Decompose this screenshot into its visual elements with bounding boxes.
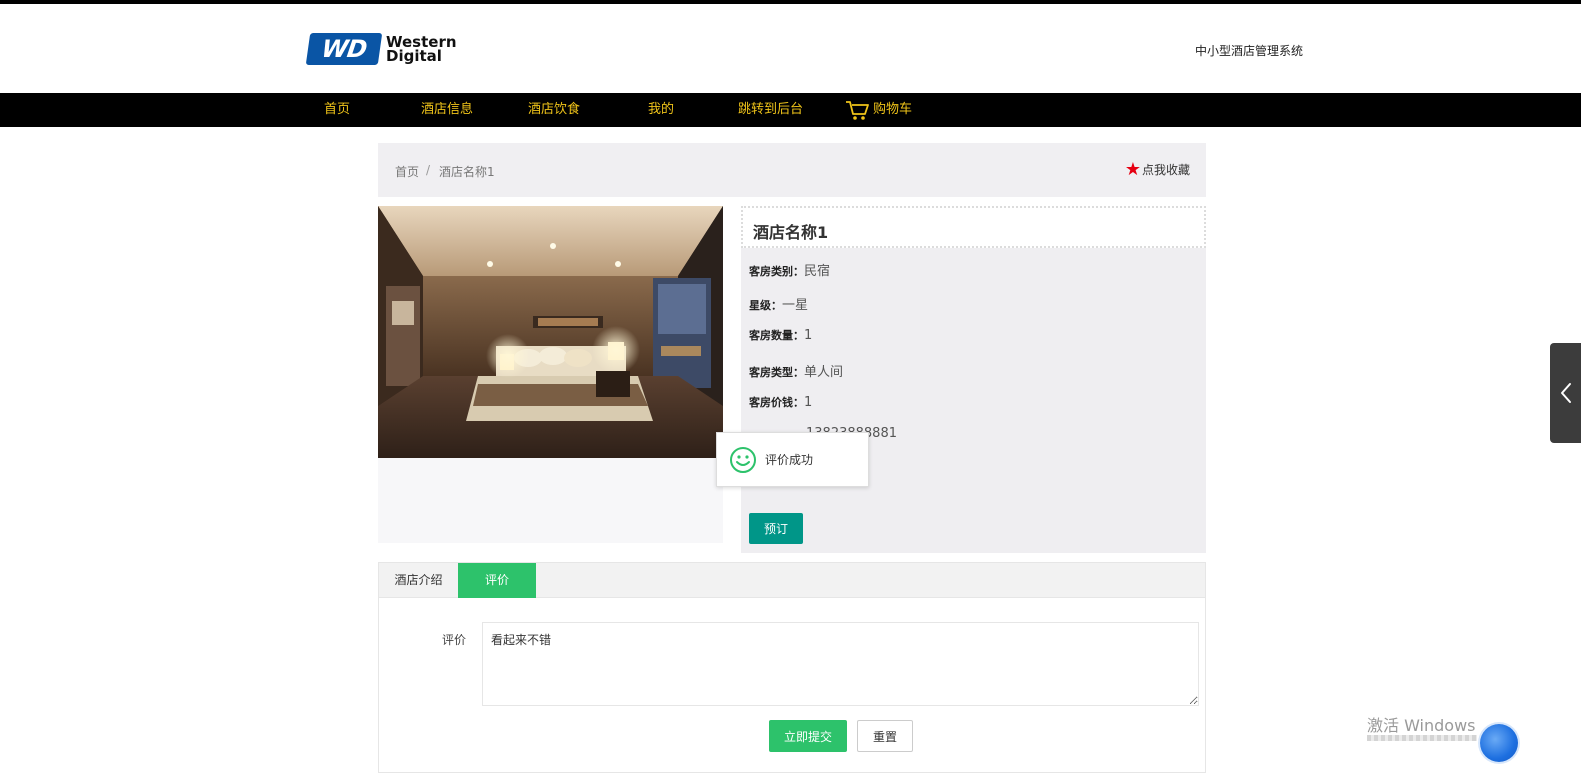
- nav-hotel-dining[interactable]: 酒店饮食: [528, 93, 580, 127]
- review-label: 评价: [442, 633, 467, 647]
- nav-cart-label: 购物车: [873, 102, 913, 117]
- site-header: WD Western Digital 中小型酒店管理系统: [0, 4, 1581, 93]
- toast-message: 评价成功: [765, 453, 814, 467]
- hotel-info-panel: 酒店名称1 客房类别：民宿 星级：一星 客房数量：1 客房类型：单人间 客房价钱…: [741, 206, 1206, 553]
- wd-logo[interactable]: WD Western Digital: [305, 32, 457, 66]
- submit-button[interactable]: 立即提交: [769, 720, 847, 752]
- success-toast: 评价成功: [716, 432, 869, 487]
- cart-icon: [846, 100, 869, 120]
- breadcrumb: 首页 / 酒店名称1 ★ 点我收藏: [378, 143, 1206, 197]
- photo-area: [378, 206, 723, 543]
- logo-text: Western Digital: [386, 35, 457, 65]
- tabs-panel: 酒店介绍 评价 评价 看起来不错 立即提交 重置: [378, 562, 1206, 773]
- nav-hotel-info[interactable]: 酒店信息: [421, 93, 473, 127]
- nav-admin[interactable]: 跳转到后台: [738, 93, 803, 127]
- system-title: 中小型酒店管理系统: [1195, 44, 1304, 58]
- hotel-title-box: 酒店名称1: [741, 206, 1206, 248]
- floating-assistant-icon[interactable]: [1480, 724, 1518, 762]
- book-button[interactable]: 预订: [749, 513, 803, 544]
- review-input[interactable]: 看起来不错: [482, 622, 1199, 706]
- breadcrumb-separator: /: [426, 163, 431, 177]
- tab-review[interactable]: 评价: [458, 563, 536, 598]
- nav-cart[interactable]: 购物车: [845, 93, 912, 127]
- side-panel-toggle[interactable]: [1550, 343, 1581, 443]
- nav-mine[interactable]: 我的: [648, 93, 674, 127]
- watermark-subtext: [1367, 735, 1477, 741]
- hotel-room-photo: [378, 206, 723, 458]
- tab-hotel-intro[interactable]: 酒店介绍: [379, 563, 458, 598]
- smile-icon: [730, 446, 756, 473]
- star-icon: ★: [1124, 158, 1141, 180]
- nav-home[interactable]: 首页: [324, 93, 350, 127]
- hotel-title: 酒店名称1: [753, 223, 829, 242]
- wd-logo-badge-icon: WD: [305, 33, 383, 65]
- tab-bar: 酒店介绍 评价: [379, 563, 1205, 598]
- field-room-category: 客房类别：民宿: [749, 264, 831, 279]
- main-nav: 首页 酒店信息 酒店饮食 我的 跳转到后台 购物车: [0, 93, 1581, 127]
- logo-line-2: Digital: [386, 47, 442, 65]
- breadcrumb-home[interactable]: 首页: [395, 163, 419, 180]
- field-room-type: 客房类型：单人间: [749, 365, 844, 380]
- reset-button[interactable]: 重置: [857, 720, 913, 752]
- chevron-left-icon: [1560, 383, 1571, 403]
- favorite-label: 点我收藏: [1141, 163, 1190, 177]
- field-star-rating: 星级：一星: [749, 298, 809, 313]
- breadcrumb-current: 酒店名称1: [439, 165, 495, 179]
- field-room-price: 客房价钱：1: [749, 395, 813, 410]
- windows-activation-watermark: 激活 Windows: [1367, 716, 1476, 735]
- hotel-room-illustration: [378, 206, 723, 458]
- favorite-button[interactable]: ★ 点我收藏: [1124, 158, 1190, 180]
- field-room-count: 客房数量：1: [749, 328, 813, 343]
